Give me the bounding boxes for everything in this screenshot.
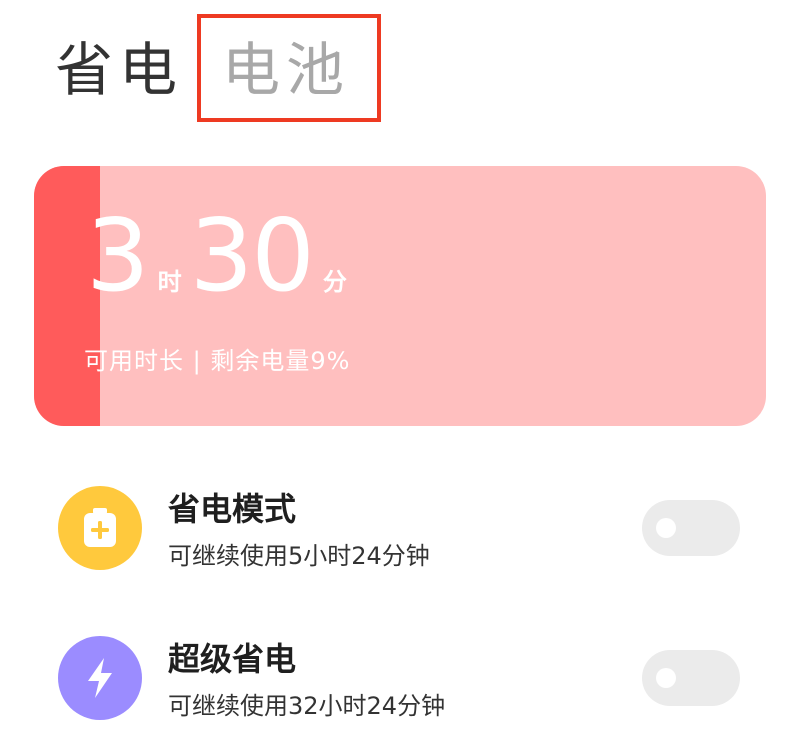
highlight-box	[197, 14, 381, 122]
mode-title: 省电模式	[168, 490, 297, 528]
tab-bar: 省电	[55, 20, 183, 120]
mode-description: 可继续使用5小时24分钟	[168, 542, 430, 570]
remaining-time: 3 时 30 分	[86, 206, 355, 306]
battery-plus-icon	[58, 486, 142, 570]
mode-title: 超级省电	[168, 640, 297, 678]
minutes-value: 30	[189, 197, 315, 314]
power-saving-mode-row[interactable]: 省电模式 可继续使用5小时24分钟	[58, 480, 758, 580]
minutes-unit: 分	[322, 268, 347, 296]
ultra-power-saving-toggle[interactable]	[642, 650, 740, 706]
hours-value: 3	[86, 197, 150, 314]
battery-subtitle: 可用时长 | 剩余电量9%	[84, 347, 351, 375]
lightning-icon	[58, 636, 142, 720]
toggle-knob	[656, 518, 676, 538]
battery-status-card: 3 时 30 分 可用时长 | 剩余电量9%	[34, 166, 766, 426]
tab-power-saving[interactable]: 省电	[55, 41, 183, 99]
mode-description: 可继续使用32小时24分钟	[168, 692, 446, 720]
toggle-knob	[656, 668, 676, 688]
power-saving-toggle[interactable]	[642, 500, 740, 556]
ultra-power-saving-row[interactable]: 超级省电 可继续使用32小时24分钟	[58, 630, 758, 730]
hours-unit: 时	[157, 268, 182, 296]
